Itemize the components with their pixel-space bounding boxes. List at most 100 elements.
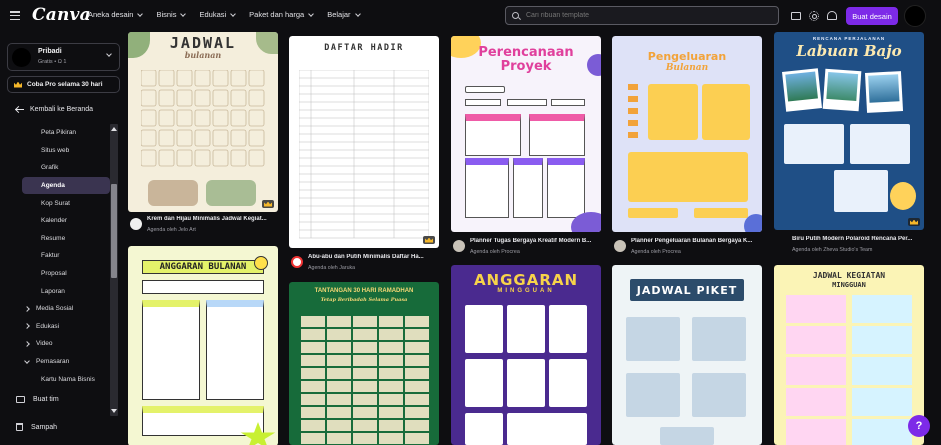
avatar[interactable]	[904, 5, 926, 27]
template-card[interactable]: Pengeluaran Bulanan Planner Pengeluaran …	[612, 36, 762, 258]
canva-logo[interactable]: Canva	[32, 5, 91, 25]
back-to-home-link[interactable]: Kembali ke Beranda	[16, 106, 93, 113]
create-team-link[interactable]: Buat tim	[16, 396, 59, 403]
nav-aneka-desain[interactable]: Aneka desain	[88, 10, 144, 19]
search-input[interactable]	[526, 12, 766, 19]
nav-paket-harga[interactable]: Paket dan harga	[249, 10, 315, 19]
scroll-thumb[interactable]	[111, 184, 117, 278]
note-block	[148, 180, 198, 206]
sidebar-item-grafik[interactable]: Grafik	[22, 159, 110, 177]
template-title[interactable]: Krem dan Hijau Minimalis Jadwal Kegiat..…	[147, 216, 277, 222]
template-card[interactable]: JADWAL bulanan Krem dan Hijau Minimalis …	[128, 32, 278, 242]
menu-icon[interactable]	[10, 11, 20, 20]
template-thumbnail[interactable]: Pengeluaran Bulanan	[612, 36, 762, 232]
scroll-down-arrow-icon[interactable]	[111, 409, 117, 413]
sidebar-item-faktur[interactable]: Faktur	[22, 247, 110, 265]
template-thumbnail[interactable]: JADWAL KEGIATAN MINGGUAN	[774, 265, 924, 445]
account-name: Pribadi	[38, 48, 62, 55]
template-thumbnail[interactable]: ANGGARAN BULANAN	[128, 246, 278, 445]
nav-bisnis[interactable]: Bisnis	[156, 10, 187, 19]
day-card	[660, 427, 714, 445]
section-box	[529, 114, 585, 156]
sidebar-item-kalender[interactable]: Kalender	[22, 212, 110, 230]
bell-icon[interactable]	[827, 11, 837, 20]
template-card[interactable]: DAFTAR HADIR Abu-abu dan Putih Minimalis…	[289, 36, 439, 272]
smiley-icon	[254, 256, 268, 270]
sidebar-group-pemasaran[interactable]: Pemasaran	[22, 353, 110, 371]
day-column	[786, 295, 846, 445]
sidebar-item-peta-pikiran[interactable]: Peta Pikiran	[22, 124, 110, 142]
nav-edukasi[interactable]: Edukasi	[199, 10, 236, 19]
day-card	[692, 317, 746, 361]
template-title[interactable]: Biru Putih Modern Polaroid Rencana Per..…	[792, 236, 924, 242]
template-card[interactable]: JADWAL PIKET	[612, 265, 762, 445]
crown-icon	[14, 81, 22, 88]
help-button[interactable]: ?	[908, 415, 930, 437]
sidebar-group-edukasi[interactable]: Edukasi	[22, 318, 110, 336]
category-list: Peta Pikiran Situs web Grafik Agenda Kop…	[22, 124, 110, 388]
calendar-grid	[141, 70, 265, 167]
template-card[interactable]: TANTANGAN 30 HARI RAMADHAN Tetap Beribad…	[289, 282, 439, 445]
gear-icon[interactable]	[809, 11, 819, 21]
nav-label: Belajar	[327, 10, 351, 19]
create-team-label: Buat tim	[33, 396, 59, 403]
arrow-left-icon	[16, 108, 24, 111]
template-card[interactable]: RENCANA PERJALANAN Labuan Bajo Biru Puti…	[774, 32, 924, 258]
search-bar[interactable]	[505, 6, 779, 25]
monitor-icon[interactable]	[791, 12, 801, 20]
polaroid-photo	[822, 68, 862, 112]
template-thumbnail[interactable]: RENCANA PERJALANAN Labuan Bajo	[774, 32, 924, 230]
sidebar-item-proposal[interactable]: Proposal	[22, 265, 110, 283]
budget-box	[648, 84, 698, 140]
back-label: Kembali ke Beranda	[30, 106, 94, 113]
account-plan: Gratis • Ω 1	[38, 59, 67, 65]
sidebar-group-video[interactable]: Video	[22, 335, 110, 353]
sidebar-item-kop-surat[interactable]: Kop Surat	[22, 194, 110, 212]
template-card[interactable]: ANGGARAN MINGGUAN	[451, 265, 601, 445]
sidebar-item-laporan[interactable]: Laporan	[22, 282, 110, 300]
trash-link[interactable]: Sampah	[16, 423, 57, 431]
template-title[interactable]: Abu-abu dan Putih Minimalis Daftar Ha...	[308, 254, 438, 260]
template-thumbnail[interactable]: Perencanaan Proyek	[451, 36, 601, 232]
search-icon	[512, 12, 519, 19]
template-thumbnail[interactable]: JADWAL PIKET	[612, 265, 762, 445]
account-switcher[interactable]: Pribadi Gratis • Ω 1	[7, 43, 120, 71]
author-avatar	[130, 218, 142, 230]
template-card[interactable]: JADWAL KEGIATAN MINGGUAN	[774, 265, 924, 445]
chevron-right-icon	[24, 305, 30, 312]
template-thumbnail[interactable]: JADWAL bulanan	[128, 32, 278, 212]
day-card	[549, 359, 587, 407]
top-bar: Canva Aneka desain Bisnis Edukasi Paket …	[0, 0, 941, 32]
budget-box	[702, 84, 750, 140]
sidebar-scrollbar[interactable]	[110, 124, 118, 416]
sidebar-item-kartu-nama-bisnis[interactable]: Kartu Nama Bisnis	[22, 370, 110, 388]
sidebar-group-media-sosial[interactable]: Media Sosial	[22, 300, 110, 318]
thumbnail-subtitle: MINGGUAN	[497, 288, 555, 294]
itinerary-box	[834, 170, 888, 212]
sidebar-item-agenda[interactable]: Agenda	[22, 176, 110, 195]
author-avatar	[453, 240, 465, 252]
section-box	[465, 114, 521, 156]
day-column	[852, 295, 912, 445]
template-card[interactable]: ANGGARAN BULANAN	[128, 246, 278, 445]
template-title[interactable]: Planner Pengeluaran Bulanan Bergaya K...	[631, 238, 761, 244]
template-title[interactable]: Planner Tugas Bergaya Kreatif Modern B..…	[470, 238, 600, 244]
trash-icon	[16, 423, 23, 431]
template-thumbnail[interactable]: TANTANGAN 30 HARI RAMADHAN Tetap Beribad…	[289, 282, 439, 445]
pro-trial-button[interactable]: Coba Pro selama 30 hari	[7, 76, 120, 93]
scroll-up-arrow-icon[interactable]	[111, 127, 117, 131]
total-box	[694, 208, 748, 218]
template-thumbnail[interactable]: ANGGARAN MINGGUAN	[451, 265, 601, 445]
nav-belajar[interactable]: Belajar	[327, 10, 361, 19]
notes-card	[507, 413, 587, 445]
create-design-button[interactable]: Buat desain	[846, 7, 898, 25]
crown-icon	[908, 218, 920, 226]
template-author: Agenda oleh Jelo Art	[147, 227, 196, 233]
chevron-down-icon	[106, 51, 112, 57]
sidebar-item-situs-web[interactable]: Situs web	[22, 142, 110, 160]
thumbnail-title: JADWAL PIKET	[636, 284, 738, 297]
sidebar-item-resume[interactable]: Resume	[22, 230, 110, 248]
template-thumbnail[interactable]: DAFTAR HADIR	[289, 36, 439, 248]
day-card	[626, 317, 680, 361]
template-card[interactable]: Perencanaan Proyek Planner Tugas Bergaya…	[451, 36, 601, 258]
